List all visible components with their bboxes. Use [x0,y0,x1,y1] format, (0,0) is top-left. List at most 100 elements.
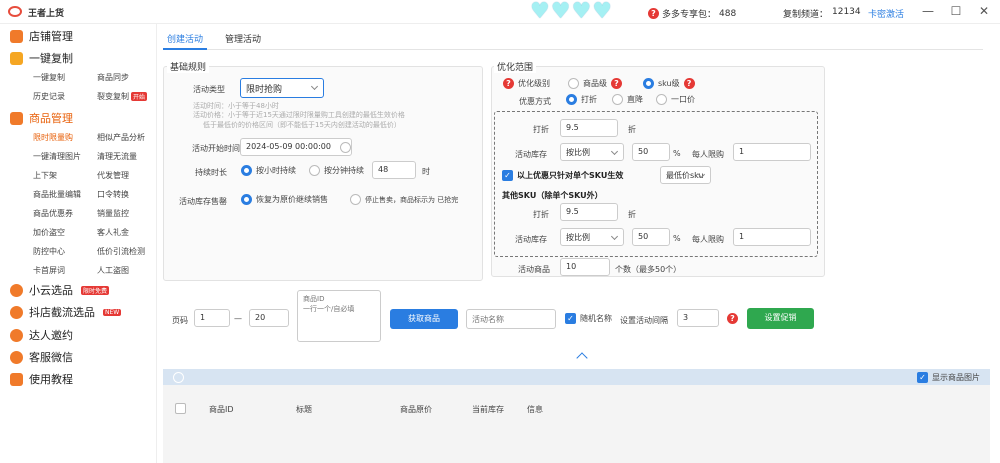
sku-mode-select[interactable]: 最低价sku [660,166,711,184]
sidebar-sub-history[interactable]: 历史记录 [33,91,65,102]
sidebar-sub-fission-copy[interactable]: 裂变复制 开始 [97,91,148,102]
shop-badge: NEW [103,308,122,316]
stop-sale-radio[interactable]: 停止售卖，商品标示为 已抢完 [350,194,458,205]
sidebar-sub-gift[interactable]: 客人礼金 [97,227,129,238]
people-icon [10,328,23,342]
activity-type-select[interactable]: 限时抢购 [240,78,324,98]
sidebar-item-wechat[interactable]: 客服微信 [10,349,73,365]
level-product-radio[interactable]: 商品级? [568,78,622,89]
stock-mode-select-2[interactable]: 按比例 [560,228,624,246]
select-all-checkbox[interactable] [175,403,186,414]
duration-input[interactable]: 48 [372,161,416,179]
sidebar-sub-first-screen[interactable]: 卡首屏词 [33,265,65,276]
sidebar-sub-markup[interactable]: 加价盗空 [33,227,65,238]
sidebar-sub-code-convert[interactable]: 口令转换 [97,189,129,200]
tab-manage-activity[interactable]: 管理活动 [221,32,265,50]
close-button[interactable]: ✕ [976,4,992,18]
discount-input[interactable]: 9.5 [560,119,618,137]
page-to-input[interactable]: 20 [249,309,289,327]
method-discount-radio[interactable]: 打折 [566,94,597,105]
sidebar-sub-clean-no-traffic[interactable]: 清理无流量 [97,151,137,162]
sidebar-item-copy[interactable]: 一键复制 [10,50,73,66]
col-product-id: 商品ID [209,405,234,414]
method-fixed-radio[interactable]: 一口价 [656,94,695,105]
sidebar-sub-batch-edit[interactable]: 商品批量编辑 [33,189,81,200]
sidebar-sub-flash-sale[interactable]: 限时限量购 [33,132,73,143]
sidebar-sub-one-click-copy[interactable]: 一键复制 [33,72,65,83]
show-images-checkbox[interactable]: ✓ 显示商品图片 [917,372,980,383]
only-sku-checkbox[interactable]: ✓ 以上优惠只针对单个SKU生效 [502,170,623,181]
book-icon [10,372,23,386]
minimize-button[interactable]: — [920,4,936,18]
help-icon[interactable]: ? [611,78,622,89]
sidebar-sub-low-price-check[interactable]: 低价引流检测 [97,246,145,257]
grid-icon [10,111,23,125]
set-promotion-button[interactable]: 设置促销 [747,308,814,329]
hint-price: 活动价格：小于等于近15天通过限时限量购工具创建的最低生效价格 [193,111,405,119]
sidebar-item-shop-select[interactable]: 抖店截流选品 NEW [10,304,122,320]
method-direct-radio[interactable]: 直降 [612,94,643,105]
sidebar-sub-dropship[interactable]: 代发管理 [97,170,129,181]
discount-input-2[interactable]: 9.5 [560,203,618,221]
start-time-input[interactable]: 2024-05-09 00:00:00 [240,138,352,156]
sidebar-sub-sales-monitor[interactable]: 销量监控 [97,208,129,219]
refresh-icon[interactable] [173,372,184,383]
sidebar-item-products[interactable]: 商品管理 [10,110,73,126]
level-sku-radio[interactable]: sku级? [643,78,695,89]
activity-name-input[interactable] [466,309,556,329]
page-from-input[interactable]: 1 [194,309,230,327]
sidebar-sub-clean-images[interactable]: 一键清理图片 [33,151,81,162]
maximize-button[interactable]: ☐ [948,4,964,18]
goods-label: 活动商品 [518,265,550,274]
restore-price-radio[interactable]: 恢复为原价继续销售 [241,194,328,205]
stock-percent-input-2[interactable]: 50 [632,228,670,246]
clock-icon[interactable] [340,142,351,153]
goods-count-input[interactable]: 10 [560,258,610,276]
goods-hint: 个数（最多50个） [615,265,682,274]
duration-unit: 时 [422,167,430,176]
sidebar-item-cloud-select[interactable]: 小云选品 限时免费 [10,282,110,298]
help-icon[interactable]: ? [648,8,659,19]
sidebar-item-tutorial[interactable]: 使用教程 [10,371,73,387]
start-time-label: 活动开始时间 [192,144,240,153]
help-icon[interactable]: ? [503,78,514,89]
optimization-title: 优化范围 [494,60,537,73]
percent-sign-2: % [673,234,681,243]
sidebar-sub-product-sync[interactable]: 商品同步 [97,72,129,83]
cloud-badge: 限时免费 [81,285,110,295]
stock-mode-select[interactable]: 按比例 [560,143,624,161]
card-activate-link[interactable]: 卡密激活 [868,7,904,20]
other-sku-title: 其他SKU（除单个SKU外） [502,191,603,200]
level-label: ? 优化级别 [503,78,550,89]
stock-label: 活动库存 [515,150,547,159]
page-label: 页码 [172,316,188,325]
random-name-checkbox[interactable]: ✓ 随机名称 [565,313,612,324]
help-icon[interactable]: ? [727,313,738,324]
page-dash: — [234,314,242,323]
heart-icon: ♥ [530,0,550,24]
sidebar-sub-coupon[interactable]: 商品优惠券 [33,208,73,219]
limit-input-2[interactable]: 1 [733,228,811,246]
sidebar-sub-risk-center[interactable]: 防控中心 [33,246,65,257]
tab-bar: 创建活动 管理活动 [163,32,983,50]
limit-label: 每人限购 [692,150,724,159]
sidebar-sub-similar[interactable]: 相似产品分析 [97,132,145,143]
sidebar-sub-listing[interactable]: 上下架 [33,170,57,181]
table-toolbar [163,369,990,385]
product-ids-textarea[interactable] [297,290,381,342]
tab-create-activity[interactable]: 创建活动 [163,32,208,50]
sidebar-item-influencer[interactable]: 达人邀约 [10,327,73,343]
limit-input[interactable]: 1 [733,143,811,161]
hearts-decoration: ♥ ♥ ♥ ♥ [530,0,612,24]
sidebar-item-store[interactable]: 店铺管理 [10,28,73,44]
interval-input[interactable]: 3 [677,309,719,327]
stock-out-label: 活动库存售罄 [179,197,227,206]
duration-minute-radio[interactable]: 按分钟持续 [309,165,364,176]
duration-hour-radio[interactable]: 按小时持续 [241,165,296,176]
stock-percent-input[interactable]: 50 [632,143,670,161]
copy-icon [10,51,23,65]
copy-freq-value: 12134 [832,7,861,17]
sidebar-sub-manual-image[interactable]: 人工盗图 [97,265,129,276]
help-icon[interactable]: ? [683,78,695,89]
get-products-button[interactable]: 获取商品 [390,309,458,329]
